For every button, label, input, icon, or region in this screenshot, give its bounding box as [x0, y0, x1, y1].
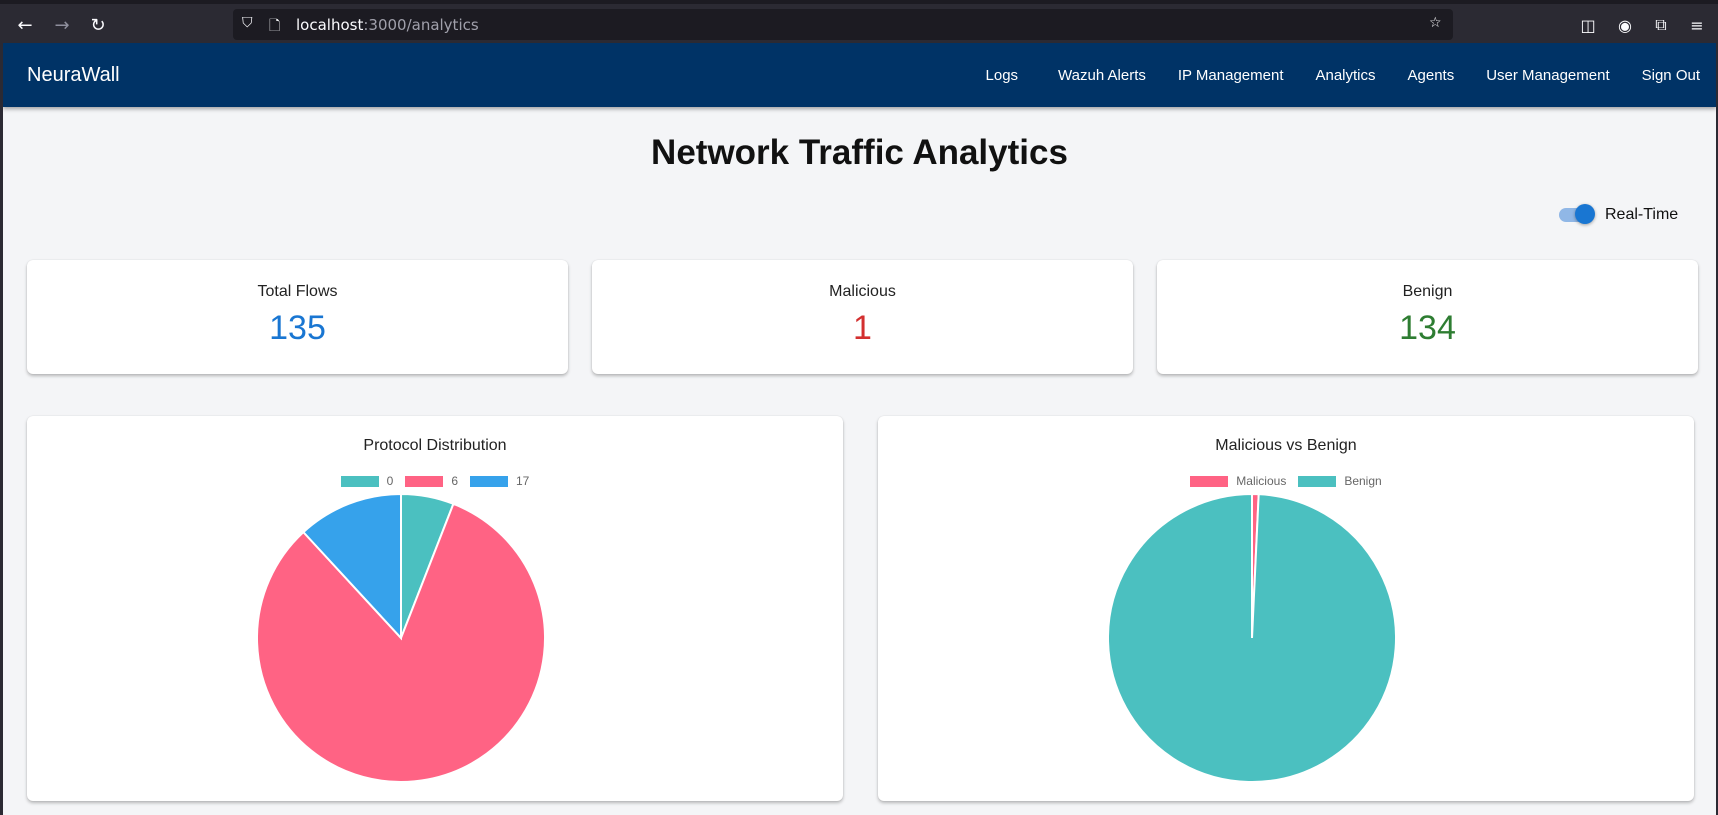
url-bar[interactable]: ⛉ 🗋 localhost:3000/analytics ☆ [233, 9, 1453, 40]
nav-wazuh-alerts[interactable]: Wazuh Alerts [1042, 67, 1162, 84]
page: NeuraWall Logs Wazuh Alerts IP Managemen… [3, 43, 1716, 815]
stat-value: 1 [853, 309, 872, 347]
reload-icon[interactable]: ↻ [85, 12, 111, 38]
stat-label: Malicious [829, 283, 896, 300]
nav-agents[interactable]: Agents [1392, 67, 1471, 84]
malicious-vs-benign-pie-chart [1107, 492, 1398, 783]
browser-toolbar: ← → ↻ ⛉ 🗋 localhost:3000/analytics ☆ ◫ ◉… [0, 0, 1718, 43]
protocol-distribution-card: Protocol Distribution 0 6 17 [27, 416, 843, 801]
nav-ip-management[interactable]: IP Management [1162, 67, 1300, 84]
nav-sign-out[interactable]: Sign Out [1626, 67, 1716, 84]
extensions-icon[interactable]: ⧉ [1649, 13, 1673, 37]
stat-value: 135 [269, 309, 326, 347]
stat-card-total-flows: Total Flows 135 [27, 260, 568, 374]
stat-card-malicious: Malicious 1 [592, 260, 1133, 374]
nav-analytics[interactable]: Analytics [1299, 67, 1391, 84]
stat-label: Total Flows [257, 283, 338, 300]
brand-name[interactable]: NeuraWall [27, 64, 120, 87]
url-path: :3000/analytics [363, 16, 479, 34]
page-icon[interactable]: 🗋 [269, 15, 280, 39]
account-icon[interactable]: ◉ [1613, 13, 1637, 37]
protocol-pie-chart [256, 492, 546, 783]
page-title: Network Traffic Analytics [651, 133, 1068, 172]
menu-icon[interactable]: ≡ [1685, 13, 1709, 37]
url-text[interactable]: localhost:3000/analytics [296, 16, 479, 34]
nav-user-management[interactable]: User Management [1470, 67, 1625, 84]
pie-slice-benign[interactable] [1107, 492, 1398, 783]
realtime-toggle[interactable] [1559, 204, 1595, 224]
stat-card-benign: Benign 134 [1157, 260, 1698, 374]
malicious-vs-benign-card: Malicious vs Benign Malicious Benign [878, 416, 1694, 801]
stat-label: Benign [1402, 283, 1453, 300]
realtime-label[interactable]: Real-Time [1605, 206, 1678, 224]
forward-icon[interactable]: → [49, 12, 75, 38]
url-host: localhost [296, 16, 364, 34]
nav-logs[interactable]: Logs [970, 67, 1043, 84]
stat-value: 134 [1399, 309, 1456, 347]
shield-icon[interactable]: ⛉ [242, 15, 253, 31]
toggle-thumb [1575, 204, 1595, 224]
bookmark-star-icon[interactable]: ☆ [1429, 15, 1442, 31]
main-nav: Logs Wazuh Alerts IP Management Analytic… [970, 43, 1716, 107]
pocket-icon[interactable]: ◫ [1576, 13, 1600, 37]
app-bar: NeuraWall Logs Wazuh Alerts IP Managemen… [3, 43, 1716, 107]
back-icon[interactable]: ← [12, 12, 38, 38]
